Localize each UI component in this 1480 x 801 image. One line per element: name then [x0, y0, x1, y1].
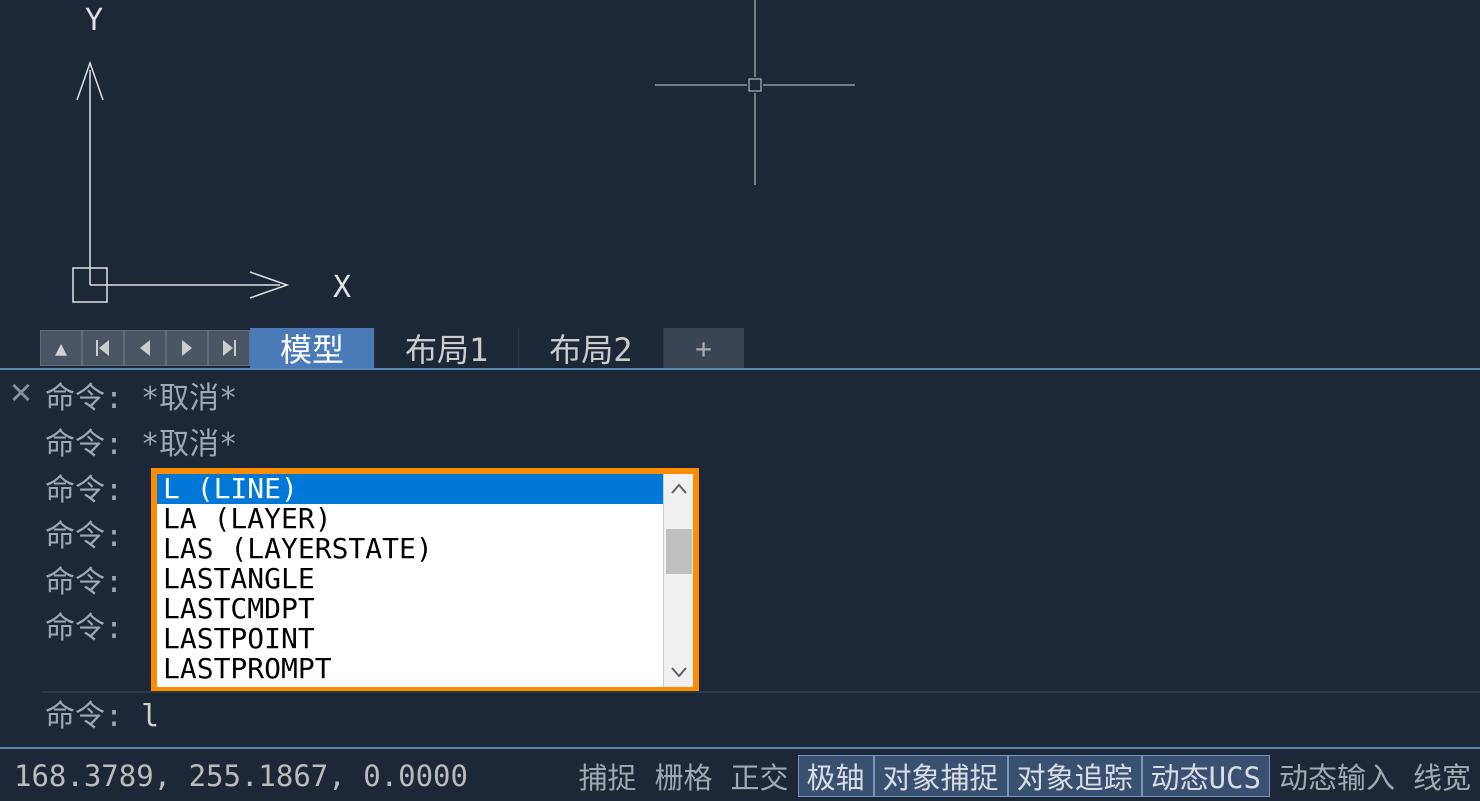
- scroll-down-icon[interactable]: [664, 657, 693, 687]
- crosshair-cursor: [645, 0, 865, 205]
- scroll-thumb[interactable]: [666, 529, 692, 574]
- ucs-icon: Y X: [55, 5, 355, 315]
- autocomplete-item[interactable]: LASTANGLE: [157, 564, 663, 594]
- command-autocomplete-popup: L (LINE) LA (LAYER) LAS (LAYERSTATE) LAS…: [151, 468, 699, 693]
- status-snap-toggle[interactable]: 捕捉: [569, 755, 645, 797]
- divider: [0, 747, 1480, 749]
- svg-text:X: X: [333, 270, 351, 305]
- tab-model[interactable]: 模型: [250, 328, 375, 368]
- tab-first-icon[interactable]: [82, 330, 124, 366]
- tab-add-button[interactable]: +: [664, 328, 744, 368]
- autocomplete-item[interactable]: LA (LAYER): [157, 504, 663, 534]
- status-lineweight-toggle[interactable]: 线宽: [1404, 755, 1480, 797]
- status-polar-toggle[interactable]: 极轴: [798, 755, 874, 797]
- command-history-line: 命令: *取消*: [45, 376, 1480, 422]
- tab-layout2[interactable]: 布局2: [519, 328, 663, 368]
- cursor-coordinates: 168.3789, 255.1867, 0.0000: [0, 759, 468, 793]
- status-otrack-toggle[interactable]: 对象追踪: [1008, 755, 1142, 797]
- status-toggle-group: 捕捉 栅格 正交 极轴 对象捕捉 对象追踪 动态UCS 动态输入 线宽: [569, 755, 1480, 797]
- scroll-track[interactable]: [664, 504, 693, 657]
- autocomplete-item[interactable]: LASTPROMPT: [157, 654, 663, 684]
- command-input-label: 命令:: [45, 699, 123, 734]
- autocomplete-item[interactable]: LASTCMDPT: [157, 594, 663, 624]
- command-input-row[interactable]: 命令: l: [45, 694, 1480, 740]
- drawing-viewport[interactable]: Y X: [0, 0, 1480, 328]
- divider: [42, 691, 1480, 693]
- autocomplete-item[interactable]: L (LINE): [157, 474, 663, 504]
- autocomplete-item[interactable]: LAS (LAYERSTATE): [157, 534, 663, 564]
- layout-tab-bar: ▲ 模型 布局1 布局2 +: [40, 328, 744, 368]
- status-osnap-toggle[interactable]: 对象捕捉: [874, 755, 1008, 797]
- close-icon[interactable]: ✕: [2, 372, 40, 410]
- status-dyninput-toggle[interactable]: 动态输入: [1270, 755, 1404, 797]
- tab-up-icon[interactable]: ▲: [40, 330, 82, 366]
- autocomplete-list[interactable]: L (LINE) LA (LAYER) LAS (LAYERSTATE) LAS…: [157, 474, 663, 687]
- status-ortho-toggle[interactable]: 正交: [722, 755, 798, 797]
- tab-last-icon[interactable]: [208, 330, 250, 366]
- autocomplete-item[interactable]: LASTPOINT: [157, 624, 663, 654]
- scroll-up-icon[interactable]: [664, 474, 693, 504]
- svg-text:Y: Y: [85, 5, 103, 38]
- status-bar: 168.3789, 255.1867, 0.0000 捕捉 栅格 正交 极轴 对…: [0, 750, 1480, 801]
- tab-layout1[interactable]: 布局1: [375, 328, 519, 368]
- command-input-value[interactable]: l: [141, 699, 159, 734]
- status-ducs-toggle[interactable]: 动态UCS: [1142, 755, 1270, 797]
- command-history-line: 命令: *取消*: [45, 422, 1480, 468]
- status-grid-toggle[interactable]: 栅格: [646, 755, 722, 797]
- tab-next-icon[interactable]: [166, 330, 208, 366]
- tab-prev-icon[interactable]: [124, 330, 166, 366]
- autocomplete-scrollbar[interactable]: [663, 474, 693, 687]
